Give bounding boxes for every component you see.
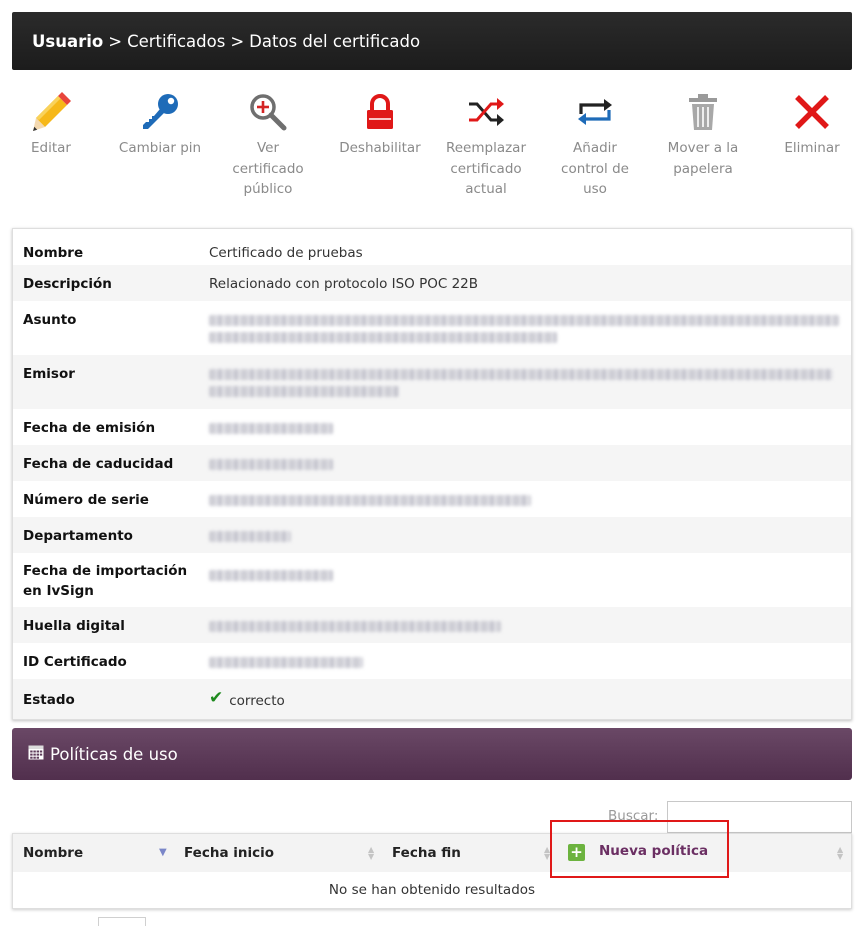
detail-label: Fecha de emisión (23, 420, 156, 436)
breadcrumb-user[interactable]: Usuario (32, 32, 103, 51)
detail-value-redacted (209, 652, 851, 679)
sort-desc-icon: ▼ (159, 847, 167, 858)
status-value: ✔ correcto (209, 688, 851, 719)
repeat-icon (541, 84, 649, 138)
column-header-label: Fecha fin (392, 845, 461, 861)
pencil-icon (0, 84, 105, 138)
key-icon (106, 84, 214, 138)
new-policy-label: Nueva política (599, 843, 709, 859)
breadcrumb: Usuario > Certificados > Datos del certi… (12, 12, 852, 70)
detail-value-redacted (209, 454, 851, 481)
plus-icon: + (568, 844, 585, 861)
detail-label: Huella digital (23, 618, 125, 634)
column-header-fecha-inicio[interactable]: Fecha inicio ▲ ▼ (174, 834, 382, 872)
policies-header: Políticas de uso (12, 728, 852, 780)
delete-label: Eliminar (784, 140, 840, 156)
detail-label: Asunto (23, 312, 77, 328)
detail-row-fecha-importacion: Fecha de importación en IvSign (13, 553, 851, 607)
add-usage-control-label: Añadir control de uso (561, 140, 629, 197)
detail-value-redacted (209, 616, 851, 643)
breadcrumb-certificates[interactable]: Certificados (127, 32, 225, 51)
action-toolbar: Editar Cambiar pin Ver certificado públi… (0, 84, 860, 214)
replace-cert-label: Reemplazar certificado actual (445, 140, 527, 197)
lock-icon (326, 84, 434, 138)
trash-icon (649, 84, 757, 138)
delete-button[interactable]: Eliminar (758, 84, 860, 159)
detail-value-redacted (209, 526, 851, 553)
calendar-icon (28, 744, 44, 764)
detail-label: Fecha de importación en IvSign (23, 563, 188, 599)
breadcrumb-separator: > (230, 31, 245, 51)
detail-row-asunto: Asunto (13, 301, 851, 355)
policies-title: Políticas de uso (50, 744, 178, 764)
detail-row-fecha-caducidad: Fecha de caducidad (13, 445, 851, 481)
shuffle-icon (432, 84, 540, 138)
detail-label: Número de serie (23, 492, 149, 508)
detail-value: Relacionado con protocolo ISO POC 22B (209, 276, 479, 292)
change-pin-button[interactable]: Cambiar pin (106, 84, 214, 159)
detail-row-fecha-emision: Fecha de emisión (13, 409, 851, 445)
checkmark-icon: ✔ (209, 688, 224, 708)
detail-row-estado: Estado ✔ correcto (13, 679, 851, 719)
view-public-cert-button[interactable]: Ver certificado público (214, 84, 322, 200)
move-to-trash-label: Mover a la papelera (667, 140, 739, 177)
sort-icon: ▲ ▼ (368, 845, 375, 861)
certificate-details-table: Nombre Certificado de pruebas Descripció… (12, 228, 852, 720)
edit-label: Editar (31, 140, 71, 156)
detail-label: Estado (23, 692, 75, 708)
change-pin-label: Cambiar pin (118, 140, 202, 156)
detail-value-redacted (209, 418, 851, 445)
detail-row-emisor: Emisor (13, 355, 851, 409)
close-icon (758, 84, 860, 138)
detail-value-redacted (209, 310, 851, 355)
detail-value-redacted (209, 561, 851, 607)
detail-label: Descripción (23, 276, 112, 292)
status-text: correcto (229, 693, 285, 709)
detail-row-descripcion: Descripción Relacionado con protocolo IS… (13, 265, 851, 301)
disable-button[interactable]: Deshabilitar (326, 84, 434, 159)
column-header-nombre[interactable]: Nombre ▼ (13, 834, 174, 872)
detail-value-redacted (209, 490, 851, 517)
detail-row-huella: Huella digital (13, 607, 851, 643)
detail-label: Fecha de caducidad (23, 456, 174, 472)
breadcrumb-separator: > (108, 31, 123, 51)
detail-label: Departamento (23, 528, 133, 544)
detail-row-id-certificado: ID Certificado (13, 643, 851, 679)
view-public-cert-label: Ver certificado público (232, 140, 304, 197)
breadcrumb-current: Datos del certificado (249, 31, 421, 51)
detail-row-departamento: Departamento (13, 517, 851, 553)
page-length-select[interactable] (98, 917, 146, 926)
disable-label: Deshabilitar (339, 140, 421, 156)
detail-label: ID Certificado (23, 654, 127, 670)
edit-button[interactable]: Editar (0, 84, 105, 159)
move-to-trash-button[interactable]: Mover a la papelera (649, 84, 757, 179)
column-header-label: Nombre (23, 845, 84, 861)
replace-cert-button[interactable]: Reemplazar certificado actual (432, 84, 540, 200)
sort-icon: ▲ ▼ (837, 845, 844, 861)
detail-row-numero-serie: Número de serie (13, 481, 851, 517)
add-usage-control-button[interactable]: Añadir control de uso (541, 84, 649, 200)
column-header-fecha-fin[interactable]: Fecha fin ▲ ▼ (382, 834, 557, 872)
magnifier-plus-icon (214, 84, 322, 138)
column-header-label: Fecha inicio (184, 845, 275, 861)
detail-value-redacted (209, 364, 851, 409)
detail-label: Emisor (23, 366, 75, 382)
new-policy-button[interactable]: + Nueva política (550, 820, 729, 878)
